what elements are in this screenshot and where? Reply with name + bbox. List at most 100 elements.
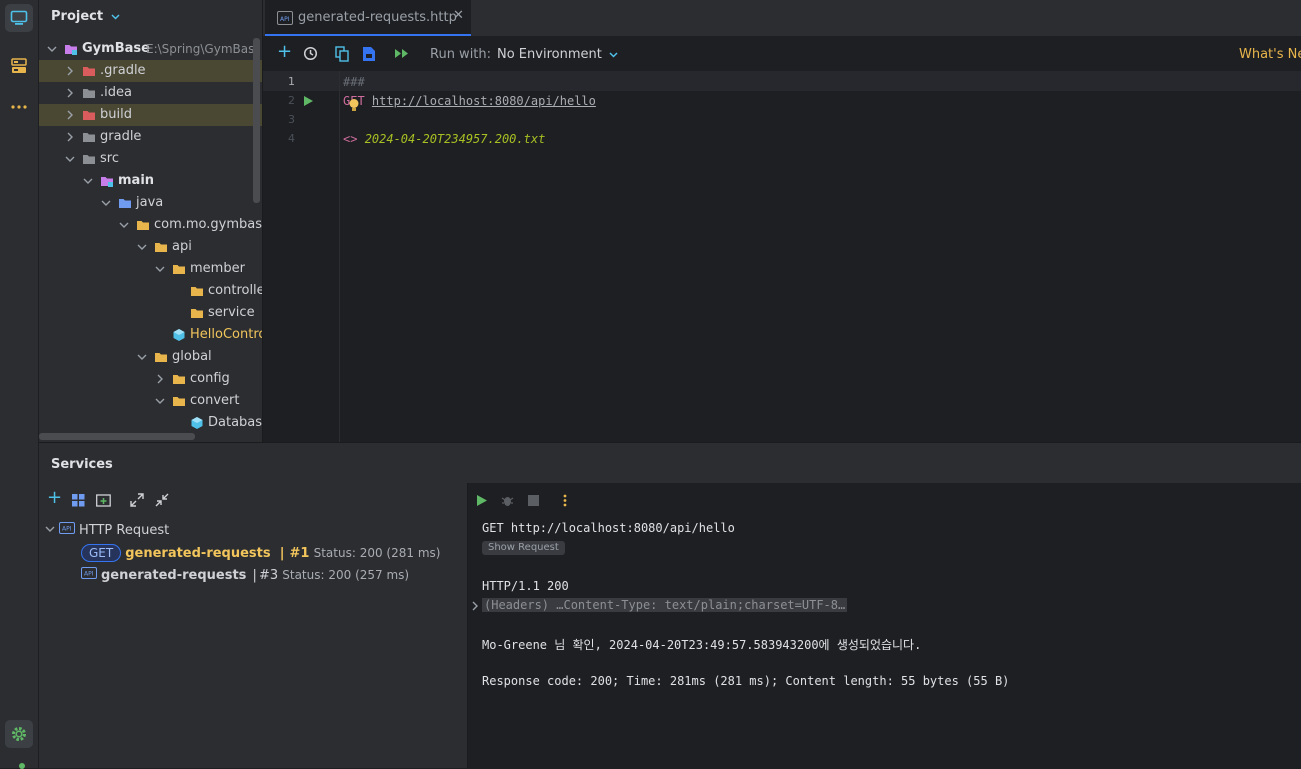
chevron-right-icon[interactable]	[65, 132, 75, 142]
tree-item-hellocontro[interactable]: HelloContro	[39, 324, 262, 346]
tree-item-label: .gradle	[100, 63, 146, 78]
tree-item-controller[interactable]: controller	[39, 280, 262, 302]
chevron-down-icon[interactable]	[137, 352, 147, 362]
folder-icon	[83, 67, 95, 76]
tree-item-label: config	[190, 371, 230, 386]
chevron-down-icon[interactable]	[65, 154, 75, 164]
chevron-right-icon[interactable]	[65, 88, 75, 98]
chevron-down-icon[interactable]	[155, 396, 165, 406]
editor-gutter: 1 2 3 4	[263, 71, 340, 442]
history-icon[interactable]	[303, 46, 318, 61]
tree-item-label: global	[172, 349, 212, 364]
chevron-down-icon[interactable]	[101, 198, 111, 208]
vertical-scrollbar[interactable]	[253, 38, 260, 203]
expand-all-icon[interactable]	[130, 493, 144, 507]
chevron-right-icon[interactable]	[65, 66, 75, 76]
folder-icon	[83, 89, 95, 98]
http-file-icon: API	[277, 11, 293, 25]
tree-item-com-mo-gymbase[interactable]: com.mo.gymbase	[39, 214, 262, 236]
service-item-status: Status: 200 (257 ms)	[282, 568, 410, 582]
service-item-run: #3	[258, 568, 279, 583]
chevron-down-icon[interactable]	[119, 220, 129, 230]
tree-item-convert[interactable]: convert	[39, 390, 262, 412]
tree-item--idea[interactable]: .idea	[39, 82, 262, 104]
tree-item-label: main	[118, 173, 155, 188]
new-tab-icon[interactable]	[96, 493, 111, 507]
tree-item-gradle[interactable]: gradle	[39, 126, 262, 148]
http-request-icon: API	[81, 567, 97, 579]
chevron-right-icon[interactable]	[155, 374, 165, 384]
group-icon[interactable]	[72, 494, 85, 507]
horizontal-scrollbar[interactable]	[39, 433, 195, 440]
environment-value: No Environment	[497, 47, 602, 62]
close-icon[interactable]: ✕	[453, 8, 464, 23]
response-headers-collapsed[interactable]: (Headers) …Content-Type: text/plain;char…	[482, 598, 848, 612]
environment-select[interactable]: No Environment	[497, 47, 618, 62]
response-file-link[interactable]: 2024-04-20T234957.200.txt	[365, 132, 546, 146]
structure-icon[interactable]	[5, 52, 33, 80]
services-root-http-request[interactable]: API HTTP Request	[45, 520, 169, 542]
save-file-icon[interactable]	[362, 46, 376, 62]
tree-item-config[interactable]: config	[39, 368, 262, 390]
add-request-icon[interactable]: +	[277, 43, 292, 61]
class-icon	[191, 417, 203, 429]
tree-item-label: member	[190, 261, 245, 276]
services-panel: Services + API HTTP Request GET generated-…	[39, 443, 1301, 768]
chevron-down-icon	[609, 52, 618, 58]
folder-icon	[173, 397, 185, 406]
more-icon[interactable]	[5, 93, 33, 121]
tree-item-label: service	[208, 305, 255, 320]
whats-new-link[interactable]: What's Ne	[1239, 47, 1301, 62]
response-pane: GET http://localhost:8080/api/hello Show…	[467, 483, 1301, 768]
lightbulb-icon[interactable]	[348, 98, 360, 113]
chevron-right-icon[interactable]	[471, 601, 479, 611]
request-url[interactable]: http://localhost:8080/api/hello	[372, 94, 596, 108]
folder-icon	[173, 265, 185, 274]
run-all-icon[interactable]	[394, 48, 410, 59]
more-options-icon[interactable]	[563, 494, 567, 507]
tree-item-gymbase[interactable]: GymBase E:\Spring\GymBas	[39, 38, 262, 60]
tree-item-member[interactable]: member	[39, 258, 262, 280]
project-panel-header[interactable]: Project	[51, 9, 120, 24]
run-with-label: Run with:	[430, 47, 492, 62]
tree-item-api[interactable]: api	[39, 236, 262, 258]
editor: API generated-requests.http ✕ + Run with…	[262, 0, 1301, 442]
folder-icon	[155, 243, 167, 252]
tree-item-global[interactable]: global	[39, 346, 262, 368]
copy-icon[interactable]	[335, 46, 349, 62]
service-item[interactable]: GET generated-requests | #1 Status: 200 (2…	[81, 542, 461, 564]
service-item[interactable]: API generated-requests | #3 Status: 200 (2…	[81, 564, 461, 586]
stop-icon	[528, 495, 539, 506]
chevron-down-icon[interactable]	[47, 44, 57, 54]
chevron-down-icon	[45, 526, 55, 532]
chevron-down-icon[interactable]	[83, 176, 93, 186]
tree-item-src[interactable]: src	[39, 148, 262, 170]
http-request-icon: API	[59, 522, 75, 534]
project-icon[interactable]	[5, 4, 33, 32]
line-number: 3	[288, 113, 295, 126]
status-dot-icon	[19, 763, 25, 769]
service-item-run: #1	[289, 546, 310, 561]
show-request-button[interactable]: Show Request	[482, 541, 565, 555]
chevron-down-icon[interactable]	[137, 242, 147, 252]
tree-item-java[interactable]: java	[39, 192, 262, 214]
tree-item-main[interactable]: main	[39, 170, 262, 192]
run-request-icon[interactable]	[303, 95, 314, 107]
chevron-right-icon[interactable]	[65, 110, 75, 120]
chevron-down-icon[interactable]	[155, 264, 165, 274]
service-item-name: generated-requests	[125, 546, 271, 561]
tab-generated-requests[interactable]: API generated-requests.http ✕	[265, 0, 471, 36]
rerun-icon[interactable]	[476, 494, 488, 507]
tree-item-label: controller	[208, 283, 262, 298]
add-service-icon[interactable]: +	[47, 489, 62, 507]
collapse-all-icon[interactable]	[155, 493, 169, 507]
tree-item-database[interactable]: Database	[39, 412, 262, 434]
folder-icon	[83, 155, 95, 164]
tree-item-service[interactable]: service	[39, 302, 262, 324]
code-request-line: GET http://localhost:8080/api/hello	[343, 94, 596, 108]
service-item-name: generated-requests	[101, 568, 247, 583]
settings-icon[interactable]	[5, 720, 33, 748]
tree-item-build[interactable]: build	[39, 104, 262, 126]
tab-label: generated-requests.http	[298, 10, 457, 25]
tree-item--gradle[interactable]: .gradle	[39, 60, 262, 82]
